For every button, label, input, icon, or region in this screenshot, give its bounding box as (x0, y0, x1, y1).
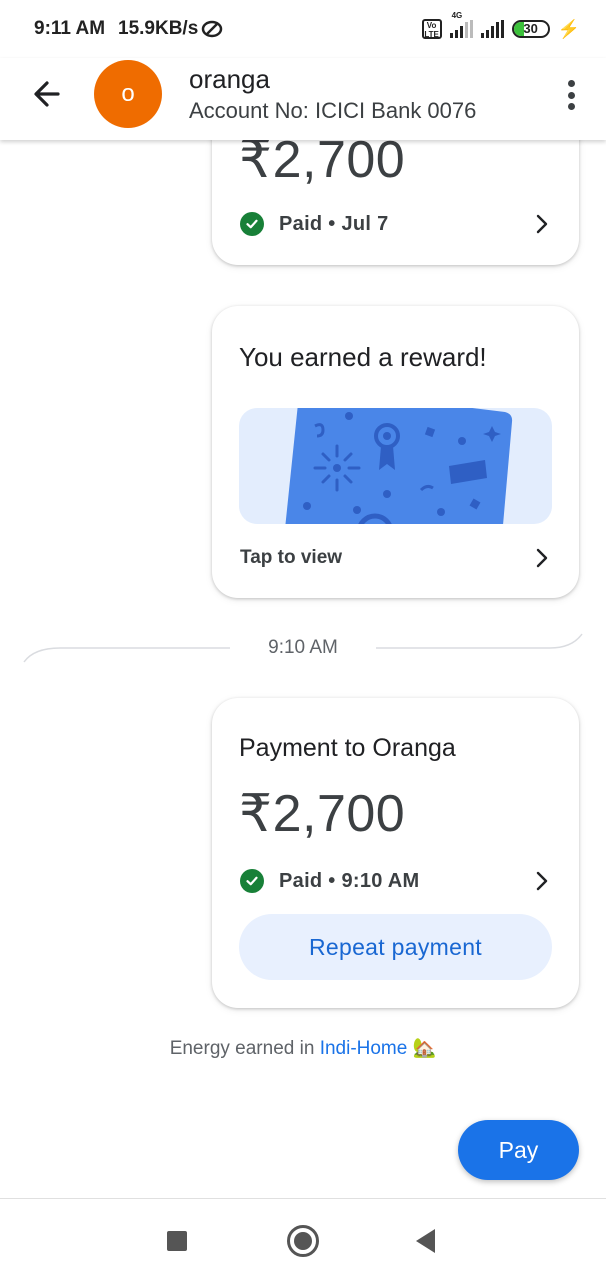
energy-earned-text: Energy earned in Indi-Home 🏡 (169, 1038, 437, 1059)
more-options-icon[interactable] (566, 80, 576, 110)
status-icons: Vo LTE 4G 30 ⚡ (421, 11, 580, 44)
signal-4g-icon: 4G (449, 11, 473, 38)
avatar[interactable]: o (94, 60, 162, 128)
payment-title: Payment to Oranga (239, 734, 456, 762)
nav-back-icon[interactable] (416, 1229, 435, 1253)
battery-icon: 30 (511, 20, 550, 38)
scratch-card-illustration (285, 408, 513, 524)
tap-to-view-label: Tap to view (240, 547, 343, 568)
status-network-speed: 15.9KB/s (118, 18, 199, 39)
contact-name: oranga (189, 64, 270, 94)
payment-card[interactable]: Payment to Oranga ₹2,700 Paid • 9:10 AM … (212, 698, 579, 1008)
tap-to-view-row[interactable]: Tap to view (240, 543, 549, 573)
check-circle-icon (240, 869, 264, 893)
chevron-right-icon (536, 548, 548, 568)
data-saver-icon (201, 20, 223, 38)
reward-scratch-card[interactable] (239, 408, 552, 524)
transaction-status-row[interactable]: Paid • Jul 7 (240, 209, 549, 239)
charging-icon: ⚡ (557, 18, 580, 39)
back-arrow-icon[interactable] (28, 74, 68, 114)
transaction-status: Paid • Jul 7 (279, 212, 389, 235)
payment-status-row[interactable]: Paid • 9:10 AM (240, 866, 549, 896)
home-icon[interactable] (287, 1225, 319, 1257)
payment-status: Paid • 9:10 AM (279, 869, 420, 892)
pay-button[interactable]: Pay (458, 1120, 579, 1180)
account-number: Account No: ICICI Bank 0076 (189, 98, 477, 123)
reward-title: You earned a reward! (239, 342, 487, 372)
status-bar: 9:11 AM 15.9KB/s Vo LTE 4G 30 ⚡ (0, 0, 606, 58)
payment-amount: ₹2,700 (239, 785, 406, 843)
chevron-right-icon (536, 214, 548, 234)
chevron-right-icon (536, 871, 548, 891)
check-circle-icon (240, 212, 264, 236)
timeline-time: 9:10 AM (0, 637, 606, 659)
system-nav-bar (0, 1198, 606, 1281)
app-header: o oranga Account No: ICICI Bank 0076 (0, 58, 606, 140)
volte-icon: Vo LTE (421, 19, 442, 39)
indi-home-link[interactable]: Indi-Home (320, 1038, 408, 1059)
repeat-payment-button[interactable]: Repeat payment (239, 914, 552, 980)
signal-icon (480, 20, 504, 38)
home-emoji-icon: 🏡 (412, 1038, 437, 1059)
reward-card[interactable]: You earned a reward! Tap to view (212, 306, 579, 598)
status-time: 9:11 AM (34, 18, 106, 39)
recents-icon[interactable] (167, 1231, 187, 1251)
